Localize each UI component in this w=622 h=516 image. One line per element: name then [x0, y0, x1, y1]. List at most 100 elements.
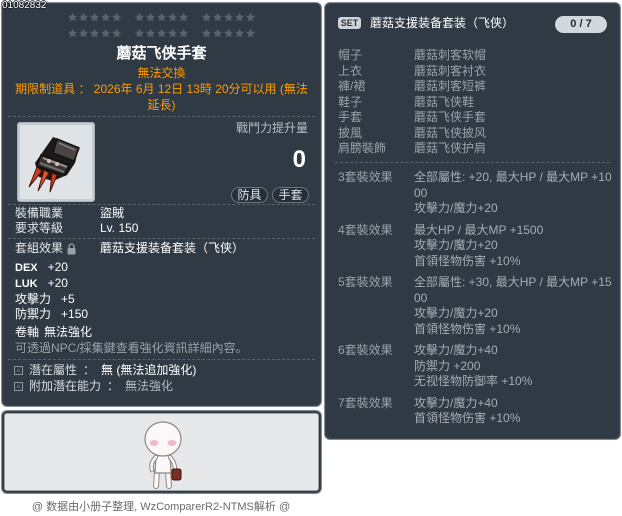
star-empty-icon: ★	[156, 28, 167, 40]
stat-row-luk: LUK +20	[15, 276, 68, 292]
set-effect-group: 4套裝效果 最大HP / 最大MP +1500 攻擊力/魔力+20 首領怪物伤害 +1…	[338, 223, 618, 270]
stat-row-attack: 攻擊力 +5	[15, 292, 75, 307]
stat-row-dex: DEX +20	[15, 260, 68, 276]
set-effect-lines: 全部屬性: +30, 最大HP / 最大MP +1500 攻擊力/魔力+20 首領怪…	[414, 275, 614, 337]
star-empty-icon: ★	[78, 12, 89, 24]
trade-restriction: 無法交換	[137, 66, 186, 80]
star-empty-icon: ★	[234, 12, 245, 24]
star-row: ★ ★ ★ ★ ★ ★ ★ ★ ★ ★ ★ ★ ★ ★ ★	[2, 10, 321, 26]
item-tooltip-panel: ★ ★ ★ ★ ★ ★ ★ ★ ★ ★ ★ ★ ★ ★ ★ ★ ★ ★ ★ ★ ★ ★ ★ ★ ★ ★ ★ ★ ★ ★ 蘑菇飞侠手套 無法…	[1, 2, 322, 407]
set-badge: SET	[338, 17, 361, 29]
potential-separator: ：	[107, 379, 120, 393]
set-piece-row: 褲/裙 蘑菇刺客短裤	[338, 79, 608, 95]
stat-value: +150	[61, 307, 89, 321]
set-effect-lines: 最大HP / 最大MP +1500 攻擊力/魔力+20 首領怪物伤害 +10%	[414, 223, 614, 270]
potential-bullet-icon	[14, 382, 23, 391]
requirement-value: Lv. 150	[100, 221, 139, 235]
set-effect-line: 攻擊力/魔力+20	[414, 238, 498, 252]
set-effect-group: 5套裝效果 全部屬性: +30, 最大HP / 最大MP +1500 攻擊力/魔力+…	[338, 275, 618, 337]
star-group: ★ ★ ★ ★ ★	[134, 26, 189, 42]
set-effect-label: 套組效果	[15, 241, 64, 255]
star-row: ★ ★ ★ ★ ★ ★ ★ ★ ★ ★ ★ ★ ★ ★ ★	[2, 26, 321, 42]
preview-area	[4, 413, 319, 491]
set-effect-row: 套組效果 蘑菇支援装备套装（飞侠）	[15, 241, 244, 256]
set-effect-tier-label: 4套裝效果	[338, 222, 393, 237]
glove-icon	[28, 137, 80, 193]
set-effect-label-wrap: 套組效果	[15, 241, 100, 256]
set-effect-line: 首領怪物伤害 +10%	[414, 321, 521, 336]
set-effect-line: 无视怪物防御率 +10%	[414, 374, 533, 388]
additional-potential-row: 附加潛在能力 ： 無法強化	[14, 379, 173, 394]
set-piece-row: 鞋子 蘑菇飞侠鞋	[338, 95, 608, 111]
star-empty-icon: ★	[201, 28, 212, 40]
set-piece-name: 蘑菇飞侠鞋	[414, 94, 475, 109]
star-empty-icon: ★	[100, 12, 111, 24]
stat-label: 攻擊力	[15, 292, 52, 306]
star-empty-icon: ★	[156, 12, 167, 24]
scroll-label: 卷軸	[15, 325, 40, 339]
set-effect-line: 攻擊力/魔力+40	[414, 343, 498, 357]
star-empty-icon: ★	[100, 28, 111, 40]
set-effect-line: 全部屬性: +20, 最大HP / 最大MP +1000	[414, 170, 612, 200]
star-group: ★ ★ ★ ★ ★	[201, 26, 256, 42]
star-group: ★ ★ ★ ★ ★	[67, 26, 122, 42]
stat-label: 防禦力	[15, 307, 52, 321]
character-preview-panel	[1, 410, 322, 494]
potential-bullet-icon	[14, 366, 23, 375]
set-effect-name: 蘑菇支援装备套装（飞侠）	[100, 241, 245, 255]
set-piece-list: 帽子 蘑菇刺客软帽 上衣 蘑菇刺客衬衣 褲/裙 蘑菇刺客短裤 鞋子 蘑菇飞侠鞋 手套 蘑菇飞侠手套…	[338, 48, 608, 157]
star-empty-icon: ★	[212, 28, 223, 40]
set-effect-tier-label: 6套裝效果	[338, 343, 393, 357]
item-id: 01082832	[2, 0, 47, 11]
stat-value: +20	[47, 276, 68, 290]
star-empty-icon: ★	[178, 28, 189, 40]
set-effect-line: 全部屬性: +30, 最大HP / 最大MP +1500	[414, 275, 612, 305]
scroll-row: 卷軸 無法強化	[15, 325, 92, 340]
star-empty-icon: ★	[89, 28, 100, 40]
divider	[8, 238, 315, 239]
star-empty-icon: ★	[111, 12, 122, 24]
tag-slot: 手套	[272, 187, 309, 203]
tag-category: 防具	[231, 187, 268, 203]
star-empty-icon: ★	[167, 12, 178, 24]
set-title: 蘑菇支援装备套装（飞侠）	[370, 16, 515, 30]
set-effect-lines: 攻擊力/魔力+40 首領怪物伤害 +10%	[414, 396, 614, 427]
set-piece-row: 披風 蘑菇飞侠披风	[338, 126, 608, 142]
combat-power-label: 戰鬥力提升量	[235, 121, 308, 135]
set-effect-tier-label: 3套裝效果	[338, 170, 393, 184]
set-piece-row: 帽子 蘑菇刺客软帽	[338, 48, 608, 64]
star-force-stars: ★ ★ ★ ★ ★ ★ ★ ★ ★ ★ ★ ★ ★ ★ ★ ★ ★ ★ ★ ★ ★ ★ ★ ★ ★ ★ ★ ★ ★ ★	[2, 10, 321, 42]
potential-value: 無法強化	[125, 379, 174, 393]
divider	[8, 359, 315, 360]
potential-row: 潛在屬性 ： 無 (無法追加強化)	[14, 363, 196, 378]
combat-power-value: 0	[292, 146, 306, 173]
set-effect-list: 3套裝效果 全部屬性: +20, 最大HP / 最大MP +1000 攻擊力/魔力+…	[338, 170, 618, 433]
set-piece-name: 蘑菇飞侠披风	[414, 125, 487, 140]
set-piece-slot: 肩膀裝飾	[338, 141, 387, 155]
star-empty-icon: ★	[134, 28, 145, 40]
stat-value: +20	[47, 260, 68, 274]
set-piece-counter: 0 / 7	[555, 16, 607, 33]
item-tags: 防具 手套	[231, 187, 309, 203]
set-piece-slot: 褲/裙	[338, 79, 366, 93]
lock-icon	[67, 242, 76, 254]
set-effect-tier-label: 7套裝效果	[338, 395, 393, 410]
requirement-value: 盜賊	[100, 206, 125, 220]
stat-label: DEX	[15, 262, 38, 274]
set-piece-slot: 鞋子	[338, 94, 363, 109]
item-icon-frame	[17, 122, 95, 202]
set-piece-name: 蘑菇刺客短裤	[414, 79, 487, 93]
star-group: ★ ★ ★ ★ ★	[134, 10, 189, 26]
star-empty-icon: ★	[245, 12, 256, 24]
star-empty-icon: ★	[245, 28, 256, 40]
character-sprite	[144, 421, 182, 489]
set-piece-slot: 披風	[338, 125, 363, 140]
star-empty-icon: ★	[145, 28, 156, 40]
potential-label: 附加潛在能力	[29, 379, 102, 393]
set-effect-tier-label: 5套裝效果	[338, 275, 393, 289]
star-empty-icon: ★	[167, 28, 178, 40]
enhance-note: 可透過NPC/採集鍵查看強化資訊詳細內容。	[15, 341, 248, 355]
star-empty-icon: ★	[178, 12, 189, 24]
star-empty-icon: ★	[145, 12, 156, 24]
set-effect-group: 7套裝效果 攻擊力/魔力+40 首領怪物伤害 +10%	[338, 396, 618, 427]
